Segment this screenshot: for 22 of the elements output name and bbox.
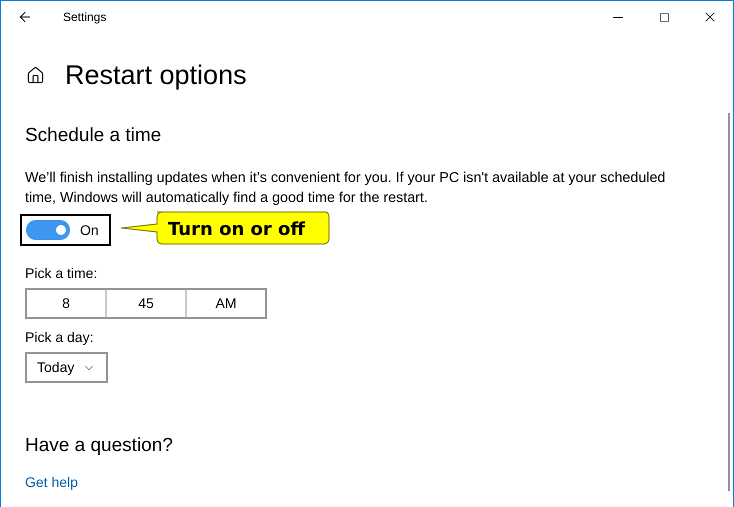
toggle-label: On [80,220,99,240]
time-segment[interactable]: AM [185,290,265,317]
description-text: We’ll finish installing updates when it’s convenient for you. If your PC isn't available at your scheduled time, Windows will automatically find a good time for the restart. [25,169,666,208]
page-title: Restart options [65,59,247,92]
help-heading: Have a question? [25,434,174,458]
maximize-icon [658,12,670,22]
back-icon [17,9,33,25]
day-label: Pick a day: [25,328,94,347]
time-picker[interactable]: 8 45 AM [25,288,267,319]
day-dropdown[interactable]: Today [25,352,108,383]
time-label: Pick a time: [25,264,98,283]
time-segment[interactable]: 8 [27,290,105,317]
get-help-link[interactable]: Get help [25,472,78,492]
toggle-switch[interactable] [26,220,70,240]
callout-text: Turn on or off [168,218,305,242]
scrollbar[interactable] [728,113,730,491]
home-button[interactable] [26,66,45,85]
section-heading: Schedule a time [25,124,162,148]
window-title: Settings [63,9,106,26]
minimize-icon [613,16,623,18]
time-segment[interactable]: 45 [105,290,185,317]
home-icon [26,66,45,85]
